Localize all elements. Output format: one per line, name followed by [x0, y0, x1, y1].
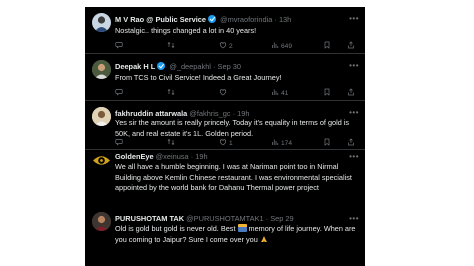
retweet-icon [167, 89, 175, 95]
bookmark-button[interactable] [323, 88, 331, 98]
photo-emoji-icon [237, 224, 247, 232]
tweet-header: Deepak H L @_deepakhl · Sep 30 [115, 61, 361, 73]
retweet-button[interactable] [167, 138, 177, 148]
like-icon [219, 139, 227, 146]
author-name[interactable]: fakhruddin attarwala [115, 109, 187, 118]
tweet-card[interactable]: M V Rao @ Public Service @mvraoforindia … [85, 7, 365, 54]
verified-icon [157, 62, 166, 70]
tweet-text: Nostalgic.. things changed a lot in 40 y… [115, 26, 257, 35]
tweet-time[interactable]: Sep 30 [218, 62, 241, 71]
tweet-time[interactable]: 13h [279, 15, 291, 24]
bookmark-icon [324, 88, 330, 96]
reply-icon [115, 89, 123, 96]
screenshot-frame: M V Rao @ Public Service @mvraoforindia … [0, 0, 474, 266]
retweet-button[interactable] [167, 88, 177, 98]
views-count[interactable]: 41 [271, 88, 288, 98]
reply-icon [115, 42, 123, 49]
bookmark-icon [324, 138, 330, 146]
separator: · [265, 214, 269, 223]
tweet-text: From TCS to Civil Service! Indeed a Grea… [115, 73, 282, 82]
views-count[interactable]: 649 [271, 41, 292, 51]
tweet-time[interactable]: Sep 29 [270, 214, 293, 223]
tweet-card[interactable]: fakhruddin attarwala @fakhris_gc · 19h •… [85, 101, 365, 150]
tweet-text: Yes sir the amount is really princely. T… [115, 118, 350, 138]
author-handle[interactable]: @fakhris_gc [189, 109, 230, 118]
avatar[interactable] [92, 107, 111, 126]
author-handle[interactable]: @_deepakhl [169, 62, 211, 71]
views-icon [272, 89, 279, 95]
reply-button[interactable] [115, 138, 125, 148]
retweet-button[interactable] [167, 41, 177, 51]
separator: · [190, 152, 194, 161]
bookmark-icon [324, 41, 330, 49]
avatar[interactable] [92, 13, 111, 32]
tweet-header: M V Rao @ Public Service @mvraoforindia … [115, 14, 361, 26]
author-handle[interactable]: @PURUSHOTAMTAK1 [186, 214, 263, 223]
bookmark-button[interactable] [323, 138, 331, 148]
share-button[interactable] [347, 41, 355, 51]
like-button[interactable] [219, 88, 229, 98]
like-icon [219, 42, 227, 49]
reply-button[interactable] [115, 88, 125, 98]
tweet-actions: 41 [115, 88, 359, 98]
author-name[interactable]: PURUSHOTAM TAK [115, 214, 184, 223]
tweet-text-part: Old is gold but gold is never old. Best [115, 224, 236, 233]
avatar[interactable] [92, 212, 111, 231]
more-icon[interactable]: ••• [349, 214, 359, 224]
bookmark-button[interactable] [323, 41, 331, 51]
views-count[interactable]: 174 [271, 138, 292, 148]
author-name[interactable]: GoldenEye [115, 152, 154, 161]
tweet-card[interactable]: GoldenEye @xeinusa · 19h ••• We all have… [85, 150, 365, 209]
avatar[interactable] [92, 60, 111, 79]
separator: · [213, 62, 216, 71]
views-icon [272, 139, 279, 145]
author-handle[interactable]: @xeinusa [156, 152, 189, 161]
like-button[interactable]: 1 [219, 138, 233, 148]
retweet-icon [167, 139, 175, 145]
tweet-actions: 2 649 [115, 41, 359, 51]
tweet-actions: 1 174 [115, 138, 359, 148]
reply-feed: M V Rao @ Public Service @mvraoforindia … [85, 7, 365, 266]
retweet-icon [167, 42, 175, 48]
tweet-time[interactable]: 19h [195, 152, 207, 161]
like-button[interactable]: 2 [219, 41, 233, 51]
verified-icon [208, 15, 216, 23]
tweet-card[interactable]: PURUSHOTAM TAK @PURUSHOTAMTAK1 · Sep 29 … [85, 209, 365, 266]
author-name[interactable]: Deepak H L [115, 62, 155, 71]
share-icon [348, 88, 354, 96]
folded-hands-emoji-icon [260, 235, 268, 243]
share-button[interactable] [347, 138, 355, 148]
separator: · [232, 109, 236, 118]
author-handle[interactable]: @mvraoforindia [220, 15, 272, 24]
reply-button[interactable] [115, 41, 125, 51]
avatar[interactable] [92, 151, 111, 170]
share-icon [348, 138, 354, 146]
like-icon [219, 89, 227, 96]
tweet-text: We all have a humble beginning. I was at… [115, 162, 352, 192]
tweet-text: Old is gold but gold is never old. Best … [115, 224, 359, 245]
reply-icon [115, 139, 123, 146]
separator: · [274, 15, 277, 24]
share-icon [348, 41, 354, 49]
more-icon[interactable]: ••• [349, 152, 359, 162]
tweet-time[interactable]: 19h [237, 109, 249, 118]
share-button[interactable] [347, 88, 355, 98]
more-icon[interactable]: ••• [349, 108, 359, 118]
tweet-card[interactable]: Deepak H L @_deepakhl · Sep 30 ••• From … [85, 54, 365, 101]
more-icon[interactable]: ••• [349, 61, 359, 71]
author-name[interactable]: M V Rao @ Public Service [115, 15, 206, 24]
views-icon [272, 42, 279, 48]
more-icon[interactable]: ••• [349, 14, 359, 24]
